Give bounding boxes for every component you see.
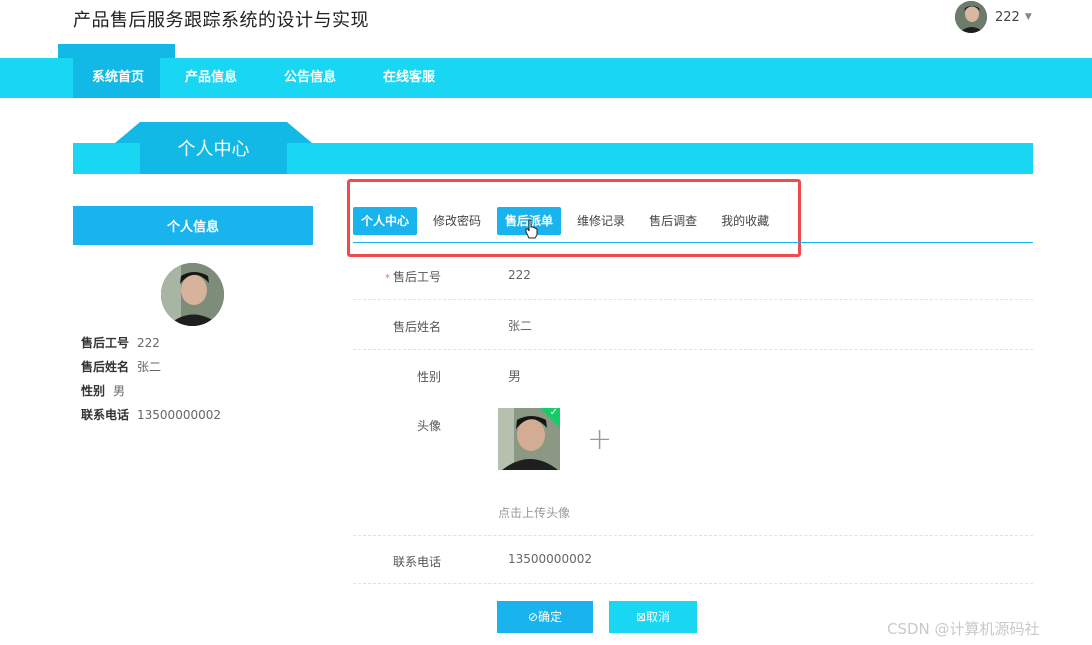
check-icon: ✓ [549,408,558,418]
user-menu[interactable]: 222 ▼ [955,1,1032,33]
form-row-phone: 联系电话 13500000002 [353,536,1033,584]
info-row-phone: 联系电话 13500000002 [81,403,221,427]
username: 222 [995,9,1020,25]
cancel-button[interactable]: ⊠取消 [609,601,697,633]
required-mark: * [384,273,390,284]
info-value: 222 [137,336,160,350]
info-row-gender: 性别男 [81,379,221,403]
nav-item-home[interactable]: 系统首页 [92,58,144,98]
form-row-employee-no: * 售后工号 222 [353,258,1033,300]
confirm-button[interactable]: ⊘确定 [497,601,593,633]
tab-my-favorites[interactable]: 我的收藏 [713,207,777,235]
gender-select[interactable]: 男 [508,366,521,385]
profile-avatar [161,263,224,326]
tab-personal-center[interactable]: 个人中心 [353,207,418,235]
info-label: 性别 [81,384,106,398]
nav-item-notices[interactable]: 公告信息 [284,58,336,98]
nav-item-products[interactable]: 产品信息 [185,58,237,98]
info-value: 男 [113,384,126,398]
employee-no-field[interactable]: 222 [508,268,531,282]
info-value: 13500000002 [137,408,221,422]
profile-info: 售后工号 222 售后姓名 张二 性别男 联系电话 13500000002 [81,331,221,427]
csdn-watermark: CSDN @计算机源码社 [887,620,1040,638]
tabs-underline [353,242,1033,243]
app-title: 产品售后服务跟踪系统的设计与实现 [73,10,369,31]
upload-hint: 点击上传头像 [498,506,571,520]
nav-item-online-service[interactable]: 在线客服 [383,58,435,98]
info-row-name: 售后姓名 张二 [81,355,221,379]
banner-title: 个人中心 [140,122,287,174]
form-row-gender: 性别 男 [353,350,1033,400]
info-label: 售后姓名 [81,360,130,374]
info-value: 张二 [137,360,162,374]
form-row-avatar: 头像 [353,400,1033,536]
label-text: 售后工号 [392,270,441,284]
field-label-phone: 联系电话 [392,555,441,569]
add-upload-icon[interactable]: + [587,422,612,457]
field-label-name: 售后姓名 [392,320,441,334]
profile-tabs: 个人中心 修改密码 售后派单 维修记录 售后调查 我的收藏 [353,206,785,236]
info-row-employee-no: 售后工号 222 [81,331,221,355]
tab-change-password[interactable]: 修改密码 [425,207,489,235]
main-nav: 系统首页 产品信息 公告信息 在线客服 [0,44,1092,98]
chevron-down-icon[interactable]: ▼ [1025,12,1032,22]
banner-wing-left [115,122,140,143]
sidebar-header: 个人信息 [73,206,313,245]
user-avatar[interactable] [955,1,987,33]
tab-service-survey[interactable]: 售后调查 [641,207,705,235]
info-label: 联系电话 [81,408,130,422]
hand-cursor-icon [525,219,539,239]
uploaded-avatar-thumbnail[interactable]: ✓ [498,408,560,470]
field-label-avatar: 头像 [416,419,441,433]
field-label-employee-no: * 售后工号 [385,268,441,285]
phone-field[interactable]: 13500000002 [508,552,592,566]
form-row-name: 售后姓名 张二 [353,300,1033,350]
tab-repair-records[interactable]: 维修记录 [569,207,633,235]
field-label-gender: 性别 [416,370,441,384]
banner-wing-right [287,122,312,143]
name-field[interactable]: 张二 [508,317,532,334]
info-label: 售后工号 [81,336,130,350]
